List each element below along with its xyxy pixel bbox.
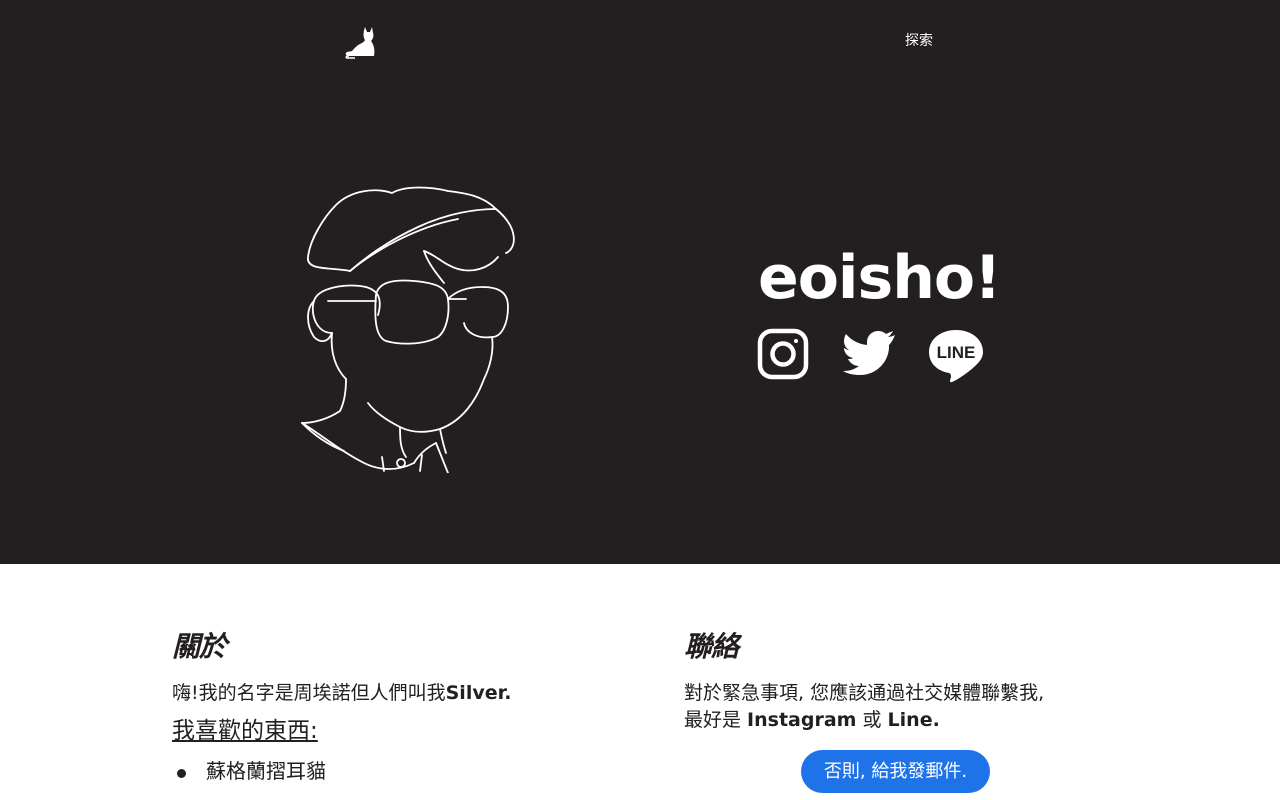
portrait-line-illustration xyxy=(301,186,515,473)
contact-line-2-prefix: 最好是 xyxy=(684,709,748,731)
email-me-button[interactable]: 否則, 給我發郵件. xyxy=(801,750,990,793)
twitter-icon[interactable] xyxy=(843,330,897,376)
contact-line-1: 對於緊急事項, 您應該通過社交媒體聯繫我, xyxy=(684,682,1045,704)
nav-explore-link[interactable]: 探索 xyxy=(905,30,933,50)
contact-heading: 聯絡 xyxy=(684,630,739,663)
contact-section: 聯絡 對於緊急事項, 您應該通過社交媒體聯繫我, 最好是 Instagram 或… xyxy=(684,628,1104,734)
contact-line-mention: Line. xyxy=(887,709,940,731)
about-heading: 關於 xyxy=(172,630,227,663)
contact-line-2-or: 或 xyxy=(856,709,888,731)
cat-logo-icon[interactable] xyxy=(343,24,381,60)
contact-text: 對於緊急事項, 您應該通過社交媒體聯繫我, 最好是 Instagram 或 Li… xyxy=(684,680,1104,734)
contact-instagram-mention: Instagram xyxy=(747,709,857,731)
likes-heading: 我喜歡的東西: xyxy=(172,718,318,744)
line-icon[interactable]: LINE xyxy=(927,328,985,384)
svg-text:LINE: LINE xyxy=(937,343,976,362)
about-intro-name: Silver. xyxy=(445,682,512,704)
about-intro: 嗨!我的名字是周埃諾但人們叫我Silver. xyxy=(172,680,632,707)
hero-section: 探索 eoisho! LINE xyxy=(0,0,1280,564)
instagram-icon[interactable] xyxy=(757,328,809,380)
about-section: 關於 嗨!我的名字是周埃諾但人們叫我Silver. 我喜歡的東西: 蘇格蘭摺耳貓 xyxy=(172,628,632,785)
likes-list: 蘇格蘭摺耳貓 xyxy=(172,757,632,785)
about-intro-text: 嗨!我的名字是周埃諾但人們叫我 xyxy=(172,682,446,704)
list-item: 蘇格蘭摺耳貓 xyxy=(172,757,632,785)
site-name: eoisho! xyxy=(758,243,1002,313)
